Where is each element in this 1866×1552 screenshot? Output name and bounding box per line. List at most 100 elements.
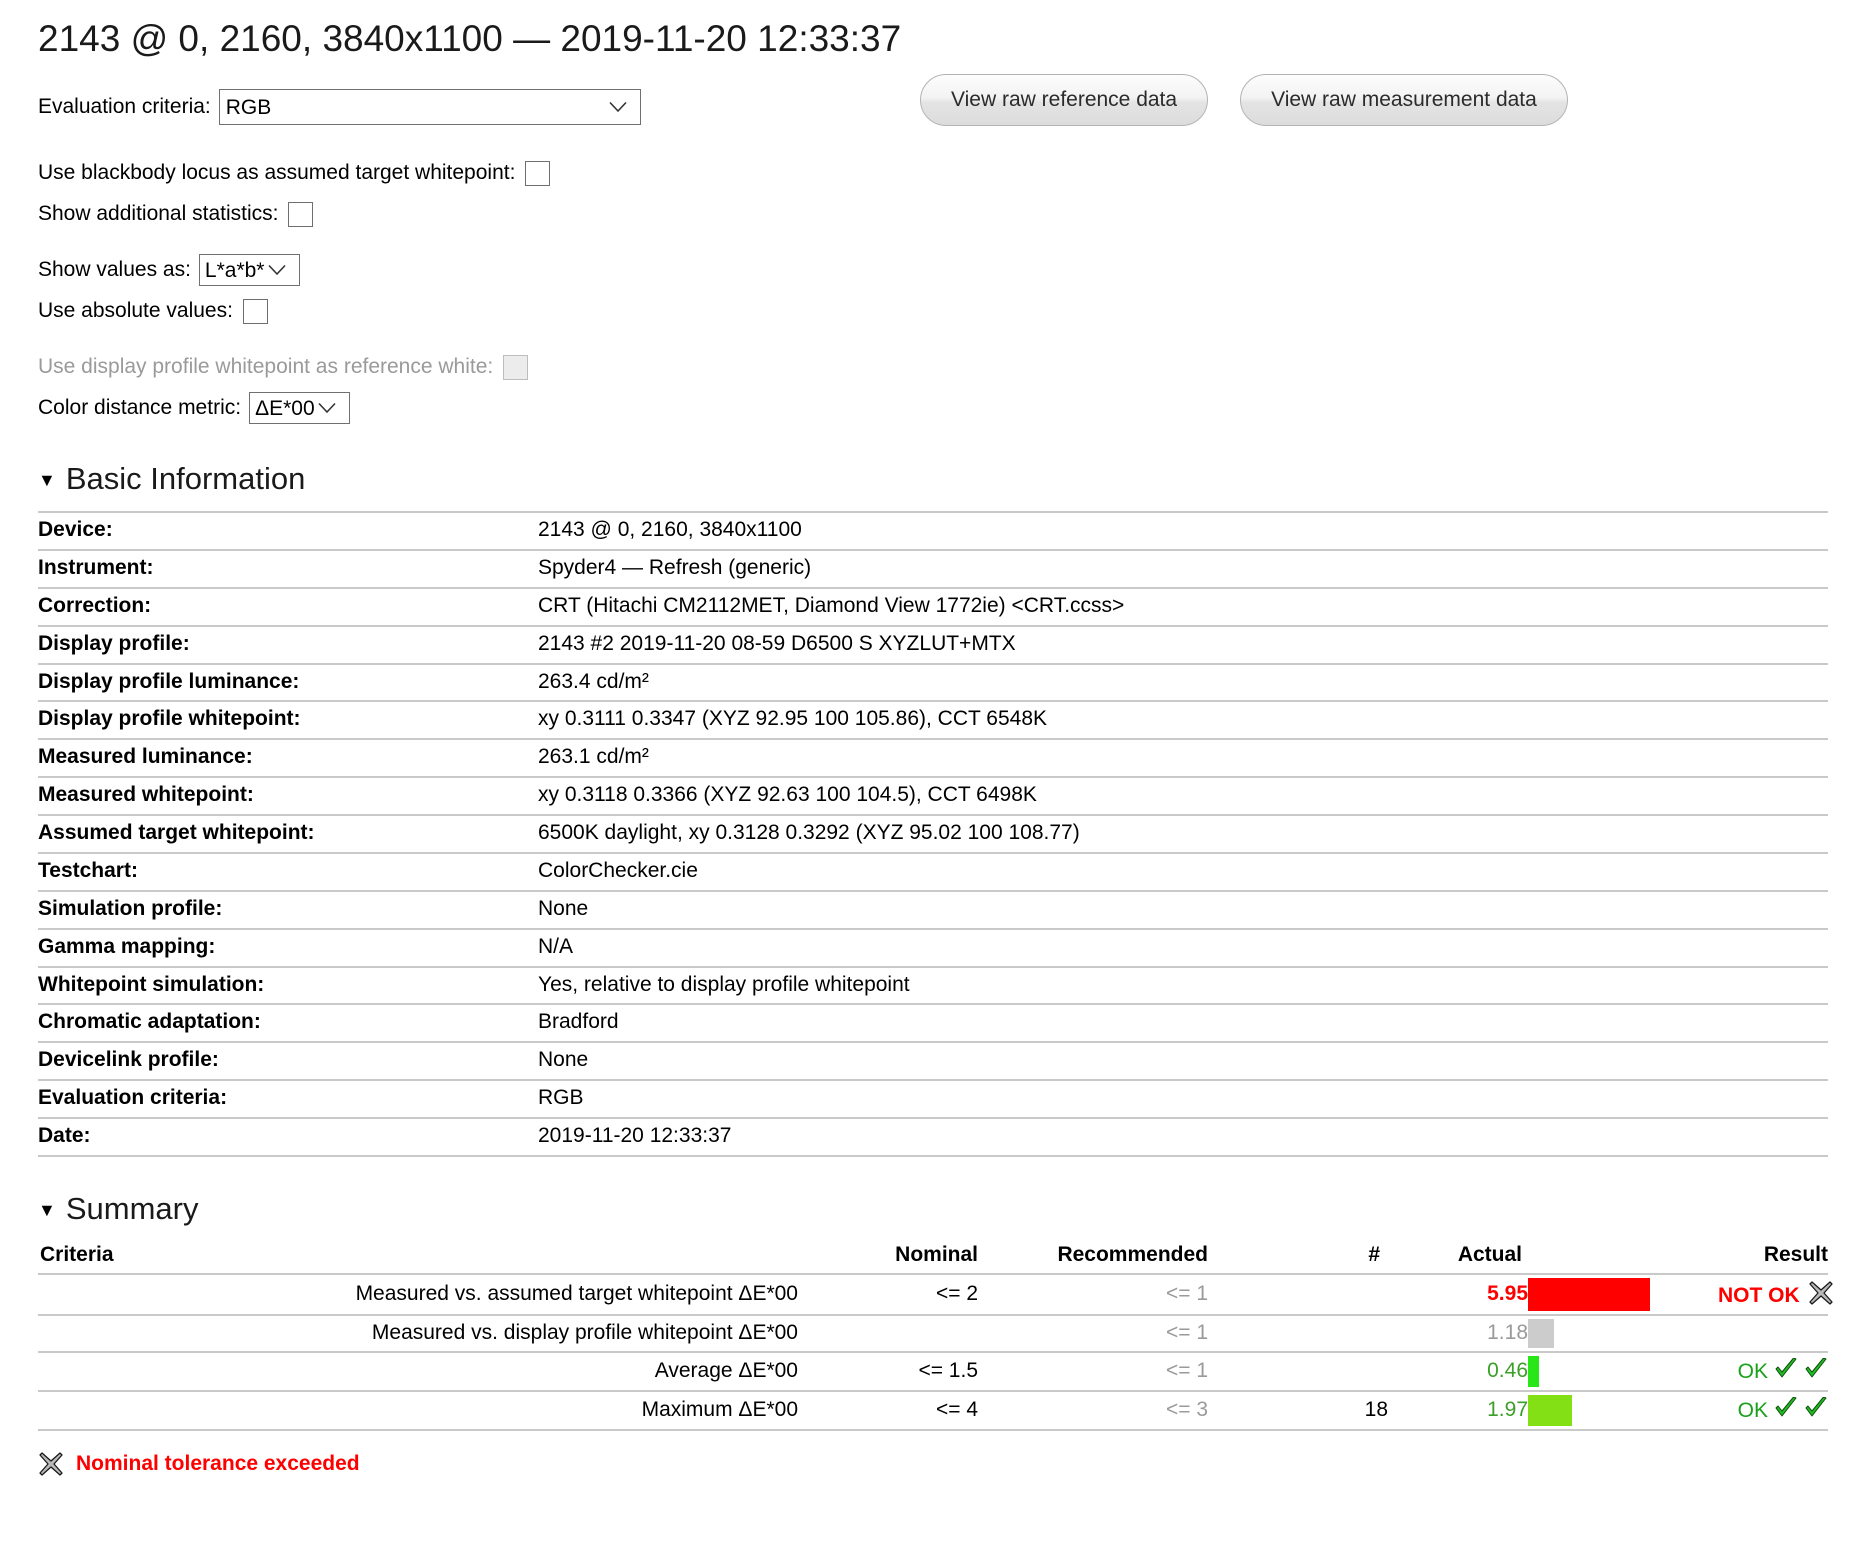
table-row: Correction: CRT (Hitachi CM2112MET, Diamo… (38, 587, 1828, 627)
table-row: Display profile whitepoint: xy 0.3111 0.3… (38, 701, 1828, 741)
actual-value-cell: 5.95 (1388, 1273, 1528, 1316)
info-value: ColorChecker.cie (538, 852, 1828, 892)
check-mark-icon (1775, 1396, 1797, 1417)
actual-value-cell: 1.18 (1388, 1314, 1528, 1353)
table-row: Measured vs. assumed target whitepoint Δ… (38, 1273, 1833, 1316)
delta-bar-cell (1528, 1390, 1718, 1431)
additional-statistics-checkbox[interactable] (288, 201, 314, 227)
info-key: Chromatic adaptation: (38, 1004, 538, 1044)
info-key: Correction: (38, 587, 538, 627)
info-value: Yes, relative to display profile whitepo… (538, 966, 1828, 1006)
display-profile-whitepoint-label: Use display profile whitepoint as refere… (38, 355, 494, 378)
actual-value-cell: 1.97 (1388, 1390, 1528, 1431)
result-cell: OK (1718, 1390, 1828, 1431)
nominal-cell: <= 4 (798, 1390, 978, 1431)
color-distance-metric-select[interactable]: ΔE*00 (249, 392, 351, 424)
info-value: CRT (Hitachi CM2112MET, Diamond View 177… (538, 587, 1828, 627)
summary-column-header-act: Actual (1388, 1240, 1528, 1275)
additional-statistics-option-row: Show additional statistics: (38, 195, 1828, 233)
summary-column-header-nom: Nominal (798, 1240, 978, 1275)
delta-bar-cell (1528, 1273, 1718, 1316)
result-cell: NOT OK (1718, 1273, 1833, 1316)
raw-data-buttons: View raw reference data View raw measure… (920, 74, 1568, 126)
result-label: NOT OK (1718, 1283, 1800, 1307)
x-mark-icon (1809, 1281, 1833, 1305)
options-group: Use blackbody locus as assumed target wh… (38, 154, 1828, 427)
basic-information-section-header[interactable]: ▼ Basic Information (38, 461, 1828, 497)
delta-bar (1528, 1277, 1650, 1311)
info-key: Gamma mapping: (38, 928, 538, 968)
footer-legend: Nominal tolerance exceeded (38, 1451, 1828, 1477)
show-values-as-label: Show values as: (38, 258, 191, 281)
table-row: Measured whitepoint: xy 0.3118 0.3366 (XY… (38, 777, 1828, 816)
show-values-as-select[interactable]: L*a*b* (198, 254, 300, 286)
info-value: None (538, 890, 1828, 930)
info-key: Display profile whitepoint: (38, 701, 538, 741)
table-row: Chromatic adaptation: Bradford (38, 1004, 1828, 1044)
view-raw-reference-data-button[interactable]: View raw reference data (920, 74, 1209, 126)
table-row: Evaluation criteria: RGB (38, 1080, 1828, 1119)
summary-column-header-crit: Criteria (38, 1240, 798, 1275)
nominal-cell: <= 2 (798, 1273, 978, 1316)
table-row: Instrument: Spyder4 — Refresh (generic) (38, 549, 1828, 589)
delta-bar-cell (1528, 1314, 1718, 1353)
info-value: xy 0.3111 0.3347 (XYZ 92.95 100 105.86),… (538, 701, 1828, 741)
info-key: Display profile luminance: (38, 663, 538, 703)
blackbody-option-row: Use blackbody locus as assumed target wh… (38, 154, 1828, 192)
info-key: Device: (38, 511, 538, 551)
info-value: None (538, 1042, 1828, 1082)
result-cell: OK (1718, 1351, 1828, 1392)
count-cell (1208, 1273, 1388, 1316)
nominal-cell (798, 1314, 978, 1353)
evaluation-criteria-select[interactable]: RGB (218, 89, 641, 125)
count-cell (1208, 1314, 1388, 1353)
result-label: OK (1737, 1398, 1768, 1422)
summary-heading: Summary (65, 1190, 199, 1226)
result-cell (1718, 1314, 1828, 1353)
absolute-values-checkbox[interactable] (242, 298, 268, 324)
info-key: Simulation profile: (38, 890, 538, 930)
table-row: Testchart: ColorChecker.cie (38, 852, 1828, 892)
table-row: Display profile: 2143 #2 2019-11-20 08-59… (38, 625, 1828, 665)
info-value: 2143 #2 2019-11-20 08-59 D6500 S XYZLUT+… (538, 625, 1828, 665)
view-raw-measurement-data-button[interactable]: View raw measurement data (1240, 74, 1568, 126)
summary-table: Criteria Nominal Recommended # Actual Result … (38, 1240, 1833, 1431)
info-value: 2019-11-20 12:33:37 (538, 1118, 1828, 1157)
delta-bar (1528, 1355, 1539, 1387)
recommended-cell: <= 1 (978, 1273, 1208, 1316)
summary-column-header-rec: Recommended (978, 1240, 1208, 1275)
nominal-cell: <= 1.5 (798, 1351, 978, 1392)
info-key: Measured whitepoint: (38, 777, 538, 816)
display-profile-whitepoint-checkbox (503, 354, 529, 380)
x-mark-icon (39, 1452, 63, 1476)
recommended-cell: <= 1 (978, 1314, 1208, 1353)
info-key: Instrument: (38, 549, 538, 589)
table-row: Display profile luminance: 263.4 cd/m² (38, 663, 1828, 703)
collapse-triangle-icon: ▼ (38, 470, 56, 490)
info-key: Whitepoint simulation: (38, 966, 538, 1006)
table-row: Device: 2143 @ 0, 2160, 3840x1100 (38, 511, 1828, 551)
table-row: Measured luminance: 263.1 cd/m² (38, 739, 1828, 779)
delta-bar (1528, 1318, 1554, 1348)
evaluation-criteria-row: Evaluation criteria: RGB View raw refere… (38, 74, 1828, 132)
color-distance-select-wrap: ΔE*00 (249, 392, 351, 424)
criteria-cell: Maximum ΔE*00 (38, 1390, 798, 1431)
blackbody-checkbox[interactable] (525, 160, 551, 186)
summary-column-header-bar (1528, 1240, 1718, 1275)
summary-column-header-res: Result (1718, 1240, 1828, 1275)
display-profile-whitepoint-option-row: Use display profile whitepoint as refere… (38, 348, 1828, 386)
summary-section-header[interactable]: ▼ Summary (38, 1191, 1828, 1227)
blackbody-label: Use blackbody locus as assumed target wh… (38, 161, 516, 184)
table-row: Date: 2019-11-20 12:33:37 (38, 1118, 1828, 1157)
delta-bar (1528, 1394, 1572, 1426)
count-cell: 18 (1208, 1390, 1388, 1431)
absolute-values-label: Use absolute values: (38, 299, 233, 322)
table-row: Measured vs. display profile whitepoint … (38, 1314, 1828, 1353)
info-value: RGB (538, 1080, 1828, 1119)
basic-information-heading: Basic Information (65, 461, 306, 496)
criteria-cell: Measured vs. assumed target whitepoint Δ… (38, 1273, 798, 1316)
page-title: 2143 @ 0, 2160, 3840x1100 — 2019-11-20 1… (38, 18, 902, 59)
summary-column-header-cnt: # (1208, 1240, 1388, 1275)
info-key: Display profile: (38, 625, 538, 665)
show-values-as-row: Show values as: L*a*b* (38, 251, 1828, 289)
